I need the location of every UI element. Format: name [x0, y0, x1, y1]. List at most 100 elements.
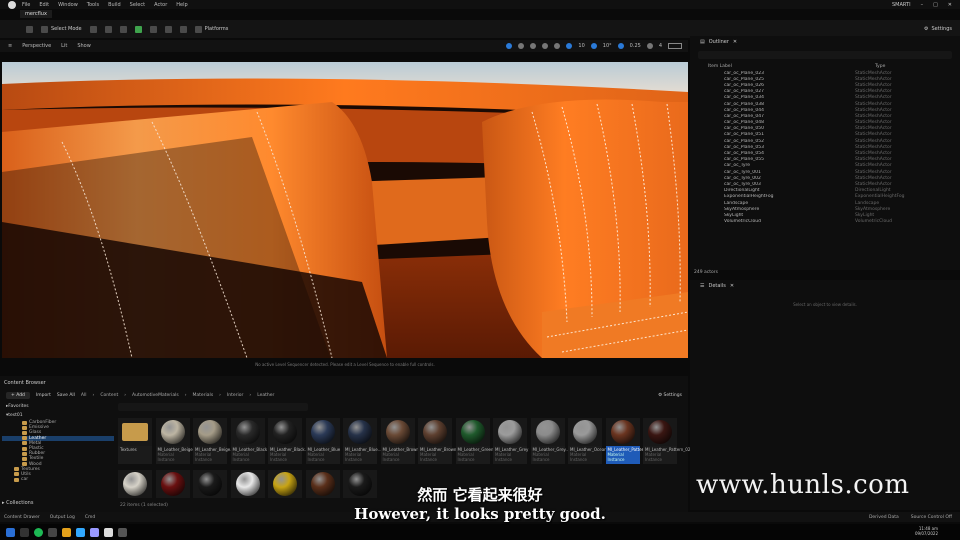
material-tile[interactable]: MI_Leather_Grey... Material Instance [530, 418, 569, 464]
breadcrumb-content[interactable]: Content [100, 393, 118, 398]
menu-window[interactable]: Window [58, 2, 78, 8]
material-tile[interactable]: MI_Leather_Beige... Material Instance [193, 418, 234, 464]
material-tile[interactable]: MI_Leather_Pattern_02 Material Instance [643, 418, 690, 464]
col-item-label[interactable]: Item Label [708, 64, 875, 69]
folder-icon [14, 472, 19, 477]
camera-speed-value[interactable]: 4 [659, 43, 662, 49]
folder-icon [122, 423, 148, 441]
tile-caption: MI_Leather_Grey... Material Instance [530, 446, 569, 464]
asset-search-input[interactable] [118, 403, 308, 411]
rotate-tool-icon[interactable] [530, 43, 537, 49]
breadcrumb-leather[interactable]: Leather [257, 393, 274, 398]
material-sphere-icon [273, 420, 297, 444]
unreal-taskbar-icon[interactable] [104, 527, 113, 537]
close-icon[interactable]: ✕ [948, 2, 952, 8]
world-space-icon[interactable] [554, 43, 561, 49]
save-button[interactable] [26, 25, 33, 33]
rotation-snap-value[interactable]: 10° [603, 43, 612, 49]
maximize-viewport-icon[interactable] [668, 43, 682, 49]
add-actor-button[interactable] [89, 25, 97, 33]
tile-type: Material Instance [607, 452, 625, 462]
scale-snap-value[interactable]: 0.25 [630, 43, 641, 49]
spotify-icon[interactable] [34, 527, 43, 537]
tile-caption: MI_Leather_Grey Material Instance [493, 446, 528, 464]
explorer-icon[interactable] [118, 527, 127, 537]
photoshop-icon[interactable] [76, 527, 85, 537]
material-tile[interactable]: MI_Leather_Pattern_01 Material Instance [605, 418, 653, 464]
menu-help[interactable]: Help [176, 2, 187, 8]
minimize-icon[interactable]: – [921, 2, 924, 8]
show-button[interactable]: Show [77, 43, 91, 49]
add-button[interactable]: + Add [6, 391, 30, 399]
blueprint-button[interactable] [104, 25, 112, 33]
camera-speed-icon[interactable] [646, 43, 653, 49]
material-tile[interactable]: MI_Leather_Black Material Instance [230, 418, 267, 464]
select-tool-icon[interactable] [506, 43, 513, 49]
menu-tools[interactable]: Tools [87, 2, 99, 8]
settings-button[interactable]: ⚙ Settings [924, 26, 952, 32]
menu-build[interactable]: Build [108, 2, 121, 8]
favorites-section[interactable]: ▸ Favorites [2, 402, 114, 411]
platforms-button[interactable]: Platforms [194, 25, 228, 33]
tile-caption: MI_Leather_Black Material Instance [230, 446, 267, 464]
hamburger-icon[interactable]: ≡ [8, 43, 12, 49]
material-tile[interactable]: MI_Leather_Brown Material Instance [380, 418, 419, 464]
material-tile[interactable]: MI_Leather_Black... Material Instance [268, 418, 309, 464]
project-tab[interactable]: mercflux [20, 10, 52, 18]
step-button[interactable] [149, 25, 157, 33]
outliner-icon: ▤ [700, 39, 705, 45]
material-tile[interactable]: MI_Leather_Green Material Instance [455, 418, 494, 464]
material-tile[interactable]: MI_Leather_Ocean Material Instance [568, 418, 607, 464]
material-tile[interactable]: MI_Leather_Grey Material Instance [493, 418, 528, 464]
breadcrumb-interior[interactable]: Interior [227, 393, 243, 398]
grid-snap-value[interactable]: 10 [578, 43, 584, 49]
select-mode-button[interactable]: Select Mode [41, 25, 82, 33]
folder-item[interactable]: car [2, 477, 114, 482]
cb-settings-button[interactable]: ⚙ Settings [658, 393, 682, 398]
breadcrumb-all[interactable]: All [81, 393, 87, 398]
chrome-icon[interactable] [62, 527, 71, 537]
perspective-button[interactable]: Perspective [22, 43, 51, 49]
breadcrumb-automotive[interactable]: AutomotiveMaterials [132, 393, 179, 398]
stop-button[interactable] [164, 25, 172, 33]
grid-snap-icon[interactable] [566, 43, 573, 49]
app-icon[interactable] [48, 527, 57, 537]
menu-edit[interactable]: Edit [39, 2, 49, 8]
folder-tile[interactable]: Textures [118, 418, 152, 464]
breadcrumb-materials[interactable]: Materials [193, 393, 214, 398]
folder-icon [22, 456, 27, 461]
scale-tool-icon[interactable] [542, 43, 549, 49]
more-play-button[interactable] [179, 25, 187, 33]
cinematics-button[interactable] [119, 25, 127, 33]
close-tab-icon[interactable]: ✕ [733, 39, 737, 45]
play-button[interactable] [134, 25, 142, 33]
scale-snap-icon[interactable] [617, 43, 624, 49]
menu-actor[interactable]: Actor [154, 2, 167, 8]
outliner-column-headers: Item Label Type [690, 62, 960, 70]
material-tile[interactable]: MI_Leather_Blue... Material Instance [343, 418, 382, 464]
menu-file[interactable]: File [22, 2, 30, 8]
start-icon[interactable] [6, 527, 15, 537]
material-tile[interactable]: MI_Leather_Blue Material Instance [305, 418, 340, 464]
lit-button[interactable]: Lit [61, 43, 67, 49]
menu-select[interactable]: Select [130, 2, 145, 8]
rotation-snap-icon[interactable] [590, 43, 597, 49]
project-root[interactable]: ▾ test01 [2, 411, 114, 420]
close-tab-icon[interactable]: ✕ [730, 283, 734, 289]
material-tile[interactable]: MI_Leather_Beige Material Instance [155, 418, 193, 464]
content-browser-tab[interactable]: Content Browser [4, 380, 46, 386]
col-type[interactable]: Type [875, 64, 885, 69]
level-viewport[interactable] [2, 62, 688, 358]
outliner-row[interactable]: VolumetricCloud VolumetricCloud [690, 219, 960, 225]
import-button[interactable]: Import [36, 393, 51, 398]
material-tile[interactable]: MI_Leather_Brown... Material Instance [418, 418, 460, 464]
outliner-search-input[interactable] [698, 51, 952, 59]
save-all-button[interactable]: Save All [57, 393, 75, 398]
tile-type: Material Instance [232, 452, 250, 462]
maximize-icon[interactable]: □ [933, 2, 938, 8]
move-tool-icon[interactable] [518, 43, 525, 49]
tile-thumbnail [380, 418, 415, 446]
premiere-icon[interactable] [90, 527, 99, 537]
search-icon[interactable] [20, 527, 29, 537]
outliner-row-label: Landscape [724, 200, 749, 206]
